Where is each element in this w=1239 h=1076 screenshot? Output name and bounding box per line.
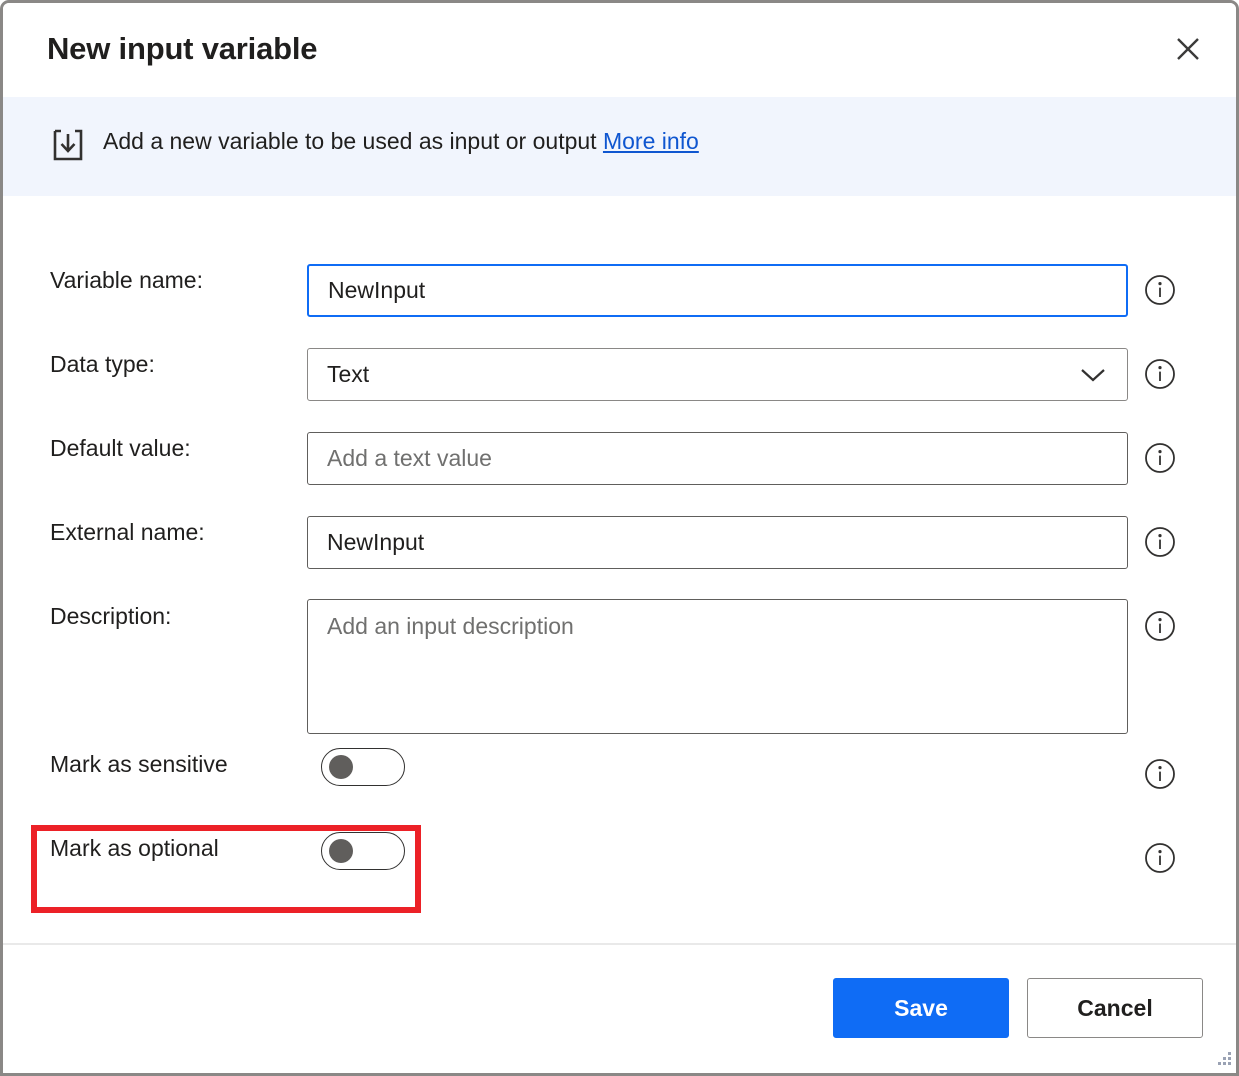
banner-description: Add a new variable to be used as input o…: [103, 128, 597, 154]
data-type-value: Text: [327, 361, 370, 387]
label-mark-as-optional: Mark as optional: [50, 835, 219, 861]
label-variable-name: Variable name:: [50, 267, 203, 293]
info-icon-mark-as-sensitive[interactable]: [1144, 758, 1176, 790]
info-icon-default-value[interactable]: [1144, 442, 1176, 474]
external-name-value: NewInput: [327, 529, 425, 555]
info-icon-mark-as-optional[interactable]: [1144, 842, 1176, 874]
default-value-placeholder: Add a text value: [327, 445, 492, 471]
dialog-footer: Save Cancel: [3, 943, 1236, 1072]
input-download-icon: [48, 125, 88, 165]
label-external-name: External name:: [50, 519, 205, 545]
info-icon-variable-name[interactable]: [1144, 274, 1176, 306]
chevron-down-icon: [1079, 366, 1127, 384]
label-data-type: Data type:: [50, 351, 155, 377]
variable-name-value: NewInput: [328, 277, 426, 303]
close-button[interactable]: [1164, 25, 1212, 73]
form-area: Variable name: NewInput Data type: Text: [3, 196, 1236, 943]
close-icon: [1175, 36, 1201, 62]
label-mark-as-sensitive: Mark as sensitive: [50, 751, 228, 777]
save-button[interactable]: Save: [833, 978, 1009, 1038]
info-icon-data-type[interactable]: [1144, 358, 1176, 390]
label-description: Description:: [50, 603, 172, 629]
more-info-link[interactable]: More info: [603, 128, 699, 154]
cancel-button[interactable]: Cancel: [1027, 978, 1203, 1038]
default-value-input[interactable]: Add a text value: [307, 432, 1128, 485]
banner-text-row: Add a new variable to be used as input o…: [103, 128, 699, 155]
external-name-input[interactable]: NewInput: [307, 516, 1128, 569]
toggle-knob: [329, 839, 353, 863]
variable-name-input[interactable]: NewInput: [307, 264, 1128, 317]
dialog-titlebar: New input variable: [3, 3, 1236, 97]
new-input-variable-dialog: New input variable Add a new variable to…: [0, 0, 1239, 1076]
info-icon-external-name[interactable]: [1144, 526, 1176, 558]
info-banner: Add a new variable to be used as input o…: [3, 97, 1236, 196]
toggle-mark-as-optional[interactable]: [321, 832, 405, 870]
data-type-select[interactable]: Text: [307, 348, 1128, 401]
toggle-mark-as-sensitive[interactable]: [321, 748, 405, 786]
description-placeholder: Add an input description: [327, 613, 574, 639]
label-default-value: Default value:: [50, 435, 191, 461]
description-textarea[interactable]: Add an input description: [307, 599, 1128, 734]
info-icon-description[interactable]: [1144, 610, 1176, 642]
toggle-knob: [329, 755, 353, 779]
page-title: New input variable: [47, 31, 318, 66]
resize-grip-icon[interactable]: [1214, 1050, 1232, 1068]
